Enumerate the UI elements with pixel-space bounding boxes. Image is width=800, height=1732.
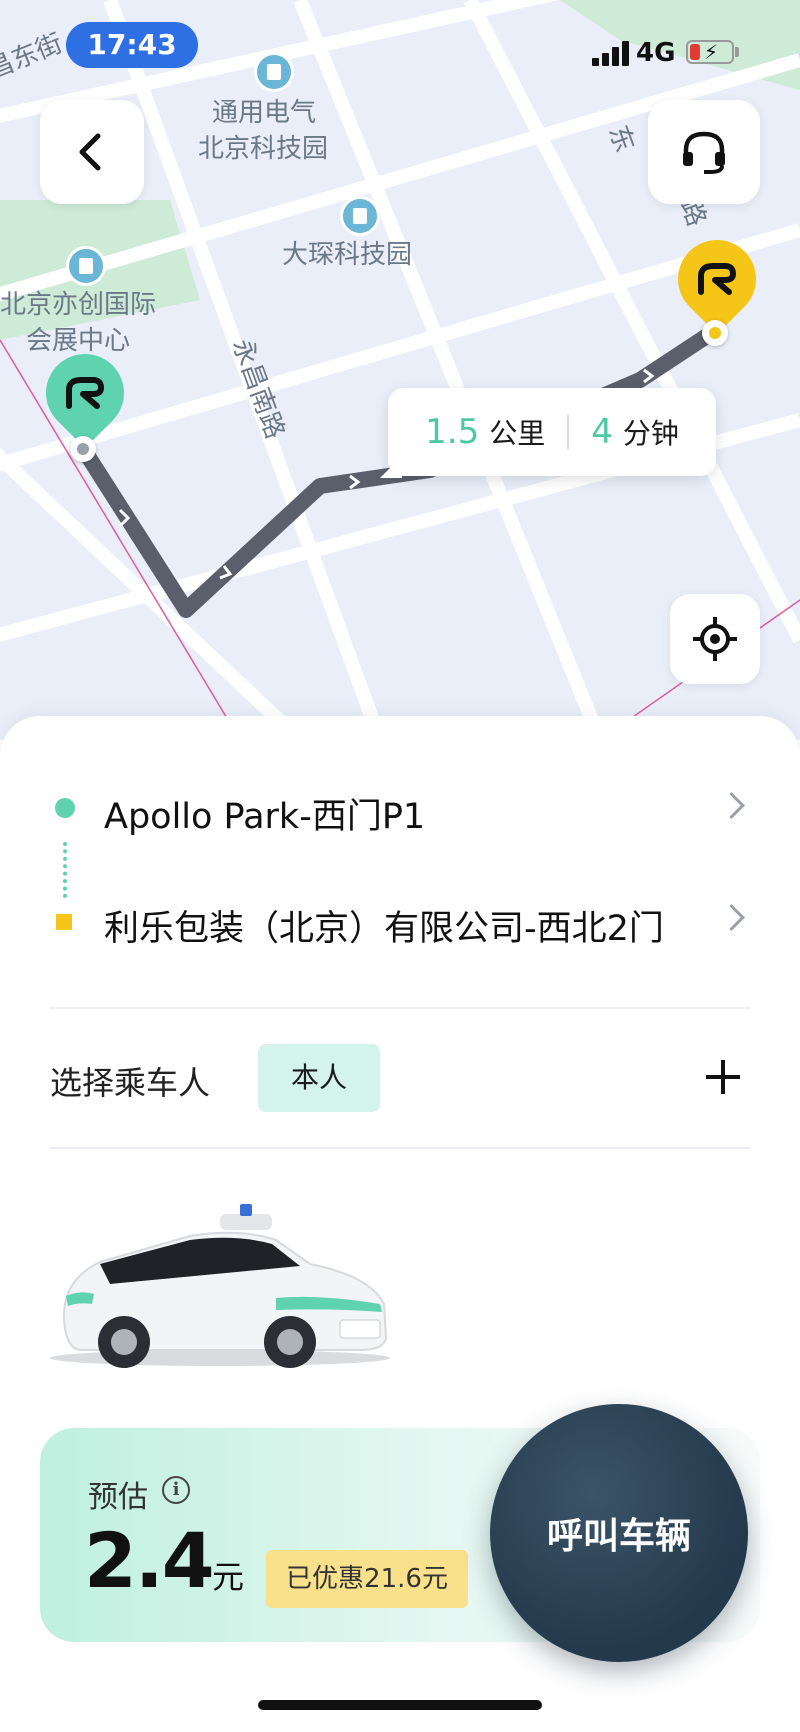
time-value: 4	[591, 412, 613, 452]
locate-icon	[693, 617, 737, 661]
back-button[interactable]	[40, 100, 144, 204]
poi-label: 北京亦创国际	[0, 290, 157, 320]
battery-icon: ⚡	[686, 40, 734, 64]
robotaxi-car-image	[50, 1204, 390, 1368]
destination-row[interactable]: 利乐包装（北京）有限公司-西北2门	[0, 878, 800, 968]
destination-square	[56, 914, 72, 930]
home-indicator[interactable]	[258, 1700, 542, 1710]
end-point	[702, 320, 728, 346]
origin-text: Apollo Park-西门P1	[104, 797, 426, 837]
battery-tip	[735, 47, 739, 57]
discount-badge: 已优惠21.6元	[266, 1550, 468, 1608]
estimate-label: 预估	[88, 1480, 148, 1515]
passenger-chip[interactable]: 本人	[258, 1044, 380, 1112]
chevron-left-icon	[79, 133, 101, 171]
customer-service-button[interactable]	[648, 100, 760, 204]
chevron-right-icon	[718, 792, 745, 819]
origin-dot	[55, 798, 75, 818]
destination-text: 利乐包装（北京）有限公司-西北2门	[104, 909, 664, 949]
route-info-bubble: 1.5 公里 4 分钟	[380, 388, 716, 478]
status-bar: 17:43 4G ⚡	[0, 0, 800, 92]
origin-row[interactable]: Apollo Park-西门P1	[0, 766, 800, 856]
distance-value: 1.5	[425, 412, 480, 452]
time-unit: 分钟	[622, 417, 679, 450]
price-value: 2.4	[84, 1516, 215, 1605]
call-vehicle-button[interactable]: 呼叫车辆	[490, 1404, 748, 1662]
distance-unit: 公里	[489, 417, 546, 450]
poi-label: 北京科技园	[198, 134, 329, 164]
poi-label: 大琛科技园	[282, 240, 413, 270]
building-icon	[66, 246, 106, 286]
status-time: 17:43	[66, 22, 198, 68]
price-unit: 元	[212, 1558, 245, 1596]
poi-label: 通用电气	[212, 98, 317, 128]
signal-icon	[592, 40, 632, 66]
add-passenger-icon[interactable]	[706, 1060, 740, 1094]
poi-label: 会展中心	[26, 326, 131, 356]
info-icon[interactable]: i	[162, 1476, 190, 1504]
locate-button[interactable]	[670, 594, 760, 684]
apollo-logo-icon	[66, 377, 104, 409]
chevron-right-icon	[718, 904, 745, 931]
headset-icon	[683, 131, 725, 174]
divider	[567, 415, 570, 449]
passenger-label: 选择乘车人	[50, 1064, 211, 1102]
divider	[50, 1007, 750, 1009]
start-point	[70, 436, 96, 462]
network-type: 4G	[636, 38, 676, 68]
apollo-logo-icon	[698, 263, 736, 295]
divider	[50, 1147, 750, 1149]
building-icon	[340, 196, 380, 236]
